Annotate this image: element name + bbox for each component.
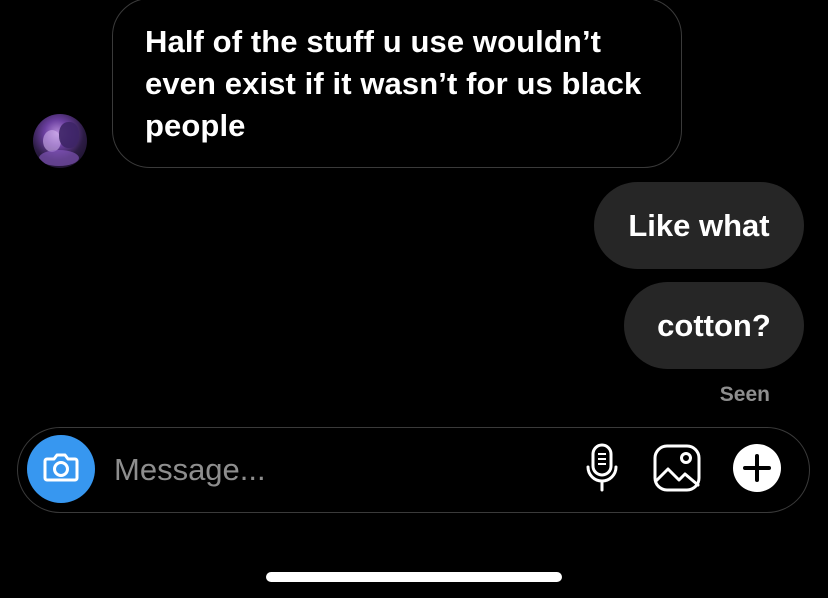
gallery-icon [652,443,702,498]
voice-message-button[interactable] [575,443,629,497]
plus-icon [732,443,782,498]
sent-message-bubble[interactable]: Like what [594,182,804,269]
camera-icon [43,452,79,487]
gallery-button[interactable] [650,443,704,497]
message-composer [17,427,810,513]
microphone-icon [585,443,619,498]
sent-message-text: Like what [628,207,770,243]
camera-button[interactable] [27,435,95,503]
sent-message-bubble[interactable]: cotton? [624,282,804,369]
sender-avatar[interactable] [33,114,87,168]
received-message-text: Half of the stuff u use wouldn’t even ex… [145,24,642,143]
seen-status: Seen [719,383,770,406]
message-input[interactable] [114,448,554,492]
sent-message-text: cotton? [657,307,771,343]
received-message-bubble[interactable]: Half of the stuff u use wouldn’t even ex… [112,0,682,168]
home-indicator[interactable] [266,572,562,582]
more-options-button[interactable] [730,443,784,497]
